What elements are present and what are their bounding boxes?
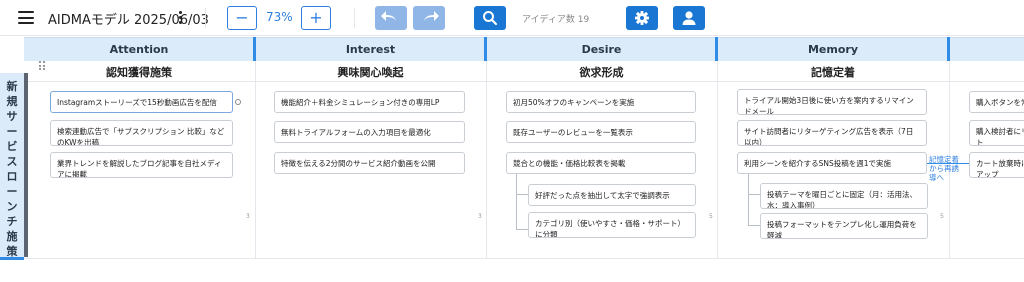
tree-connector bbox=[516, 194, 528, 195]
row-accent bbox=[0, 257, 24, 260]
stage-label-memory: 記憶定着 bbox=[811, 66, 855, 79]
divider bbox=[354, 8, 355, 28]
zoom-level: 73% bbox=[266, 10, 293, 24]
idea-card[interactable]: サイト訪問者にリターゲティング広告を表示（7日以内） bbox=[737, 120, 927, 146]
tree-connector bbox=[516, 174, 517, 230]
connector-label: 記憶定着から再誘導へ bbox=[929, 155, 959, 182]
divider bbox=[255, 61, 256, 259]
idea-card[interactable]: 投稿フォーマットをテンプレ化し運用負荷を軽減 bbox=[760, 213, 928, 239]
redo-icon bbox=[424, 11, 439, 21]
idea-card[interactable]: 既存ユーザーのレビューを一覧表示 bbox=[506, 121, 696, 143]
tree-connector bbox=[748, 174, 749, 226]
cell-count: 5 bbox=[709, 213, 713, 220]
idea-count: アイディア数 19 bbox=[522, 15, 590, 25]
cell-count: 3 bbox=[246, 213, 250, 220]
idea-card[interactable]: カート放棄時にアップ bbox=[969, 152, 1024, 178]
row-label: 新規 サー ビス ロー ンチ 施策 bbox=[6, 80, 18, 258]
search-button[interactable] bbox=[474, 6, 506, 30]
menu-icon[interactable] bbox=[18, 11, 34, 24]
divider bbox=[717, 61, 718, 259]
idea-card[interactable]: 初月50%オフのキャンペーンを実施 bbox=[506, 91, 696, 113]
column-header-memory: Memory bbox=[718, 37, 948, 61]
zoom-out-button[interactable]: − bbox=[227, 6, 257, 30]
idea-card[interactable]: トライアル開始3日後に使い方を案内するリマインドメール bbox=[737, 89, 927, 115]
idea-card[interactable]: 無料トライアルフォームの入力項目を最適化 bbox=[274, 121, 465, 143]
undo-icon bbox=[381, 11, 396, 21]
idea-card[interactable]: 好評だった点を抽出して太字で強調表示 bbox=[528, 184, 696, 206]
connection-handle-icon[interactable] bbox=[235, 99, 241, 105]
settings-icon bbox=[635, 11, 649, 25]
idea-card[interactable]: 購入検討者にリト bbox=[969, 120, 1024, 146]
undo-button[interactable] bbox=[375, 6, 407, 30]
more-vert-icon[interactable] bbox=[179, 11, 183, 25]
redo-button[interactable] bbox=[413, 6, 445, 30]
app-title: AIDMAモデル 2025/06/03 bbox=[48, 13, 209, 28]
divider bbox=[486, 61, 487, 259]
top-toolbar: AIDMAモデル 2025/06/03 − 73% + アイディア数 19 bbox=[0, 0, 1024, 36]
idea-card[interactable]: 検索連動広告で「サブスクリプション 比較」などのKWを出稿 bbox=[50, 120, 233, 146]
stage-label-desire: 欲求形成 bbox=[579, 66, 624, 79]
zoom-in-button[interactable]: + bbox=[301, 6, 331, 30]
user-icon bbox=[682, 11, 696, 25]
cell-count: 3 bbox=[478, 213, 482, 220]
column-header-desire: Desire bbox=[487, 37, 716, 61]
divider bbox=[24, 81, 1024, 82]
idea-card[interactable]: Instagramストーリーズで15秒動画広告を配信 bbox=[50, 91, 233, 113]
column-header-attention: Attention bbox=[24, 37, 254, 61]
user-button[interactable] bbox=[673, 6, 705, 30]
tree-connector bbox=[516, 229, 528, 230]
search-icon bbox=[483, 11, 498, 26]
tree-connector bbox=[748, 225, 760, 226]
divider bbox=[205, 8, 206, 28]
settings-button[interactable] bbox=[626, 6, 658, 30]
drag-handle-icon[interactable] bbox=[39, 61, 45, 70]
idea-card[interactable]: カテゴリ別（使いやすさ・価格・サポート）に分類 bbox=[528, 212, 696, 238]
divider bbox=[24, 258, 1024, 259]
idea-card[interactable]: 購入ボタンを常 bbox=[969, 91, 1024, 113]
column-header-action bbox=[950, 37, 1024, 61]
tree-connector bbox=[748, 194, 760, 195]
stage-label-interest: 興味関心喚起 bbox=[337, 66, 404, 79]
scrollbar[interactable] bbox=[24, 73, 28, 257]
column-header-interest: Interest bbox=[256, 37, 485, 61]
idea-card[interactable]: 競合との機能・価格比較表を掲載 bbox=[506, 152, 696, 174]
idea-card[interactable]: 利用シーンを紹介するSNS投稿を週1で実施 bbox=[737, 152, 927, 174]
idea-card[interactable]: 特徴を伝える2分間のサービス紹介動画を公開 bbox=[274, 152, 465, 174]
cell-count: 5 bbox=[940, 213, 944, 220]
idea-card[interactable]: 業界トレンドを解説したブログ記事を自社メディアに掲載 bbox=[50, 152, 233, 178]
idea-card[interactable]: 機能紹介＋料金シミュレーション付きの専用LP bbox=[274, 91, 465, 113]
stage-label-attention: 認知獲得施策 bbox=[106, 66, 172, 79]
idea-card[interactable]: 投稿テーマを曜日ごとに固定（月：活用法、水：導入事例） bbox=[760, 183, 928, 209]
